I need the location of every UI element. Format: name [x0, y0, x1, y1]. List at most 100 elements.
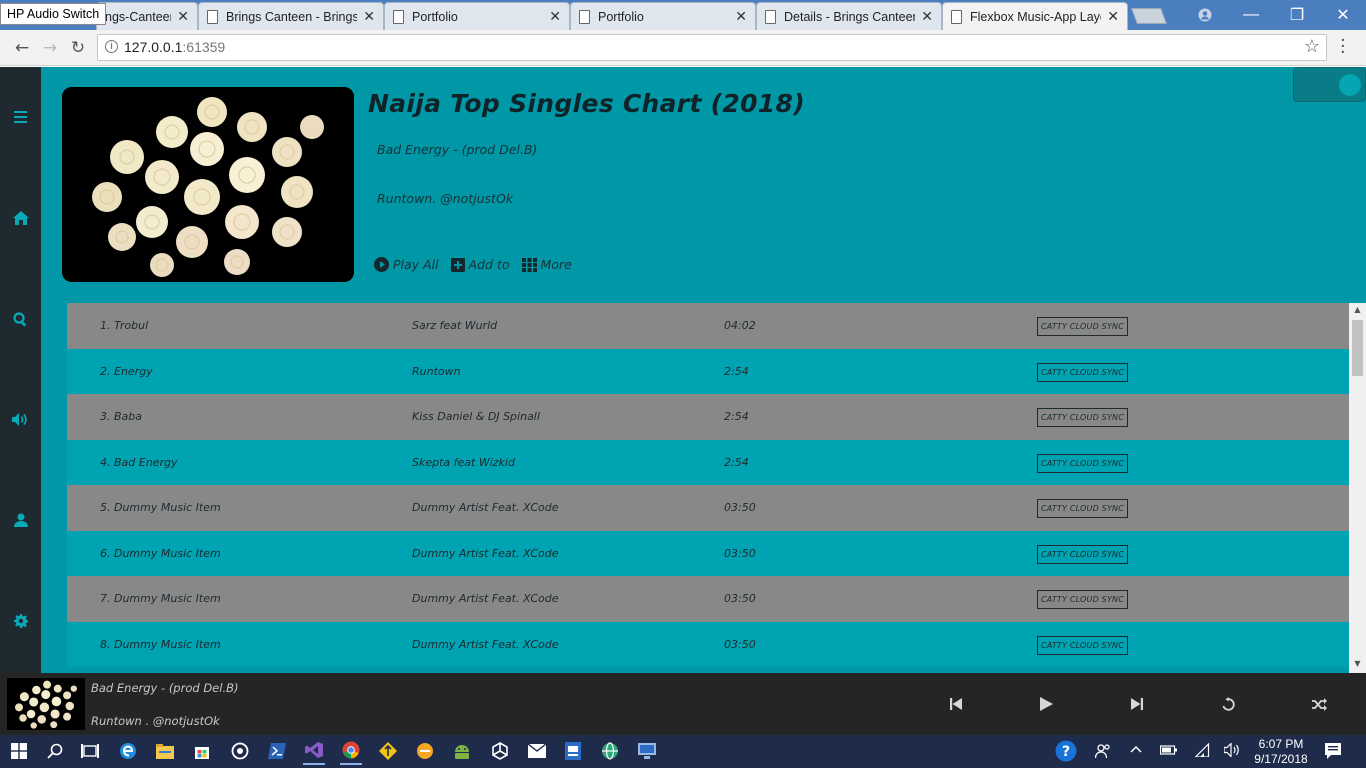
close-icon[interactable]: ✕ — [177, 8, 189, 25]
close-icon[interactable]: ✕ — [363, 8, 375, 25]
remote-desktop-icon[interactable] — [636, 740, 658, 762]
track-artist: Sarz feat Wurld — [412, 319, 498, 332]
track-artist: Skepta feat Wizkid — [412, 455, 515, 469]
close-icon[interactable]: ✕ — [1107, 8, 1119, 25]
cloud-sync-button[interactable]: CATTY CLOUD SYNC — [1037, 590, 1128, 609]
cloud-sync-button[interactable]: CATTY CLOUD SYNC — [1037, 408, 1128, 427]
track-title: 6. Dummy Music Item — [100, 546, 221, 560]
globe-app-icon[interactable] — [599, 740, 621, 762]
track-list-scrollbar[interactable]: ▲ ▼ — [1349, 303, 1366, 673]
media-player-icon[interactable] — [229, 740, 251, 762]
help-icon[interactable]: ? — [1055, 740, 1077, 762]
reload-icon[interactable]: ↻ — [66, 36, 90, 60]
profile-icon[interactable] — [1182, 0, 1228, 30]
search-icon[interactable] — [0, 307, 41, 331]
speaker-icon[interactable] — [1223, 742, 1242, 760]
cloud-sync-button[interactable]: CATTY CLOUD SYNC — [1037, 544, 1128, 564]
track-title: 3. Baba — [100, 410, 143, 423]
yellow-app-icon[interactable] — [414, 740, 436, 762]
cloud-sync-button[interactable]: CATTY CLOUD SYNC — [1037, 317, 1128, 336]
android-studio-icon[interactable] — [451, 740, 473, 762]
url-host: 127.0.0.1 — [124, 39, 183, 55]
play-all-label: Play All — [393, 257, 439, 272]
battery-icon[interactable] — [1159, 743, 1178, 760]
mail-icon[interactable] — [526, 740, 548, 762]
new-tab-button[interactable] — [1131, 8, 1167, 24]
forward-icon[interactable]: → — [38, 36, 62, 60]
browser-menu-icon[interactable]: · · · — [1340, 32, 1346, 62]
now-playing-song: Bad Energy - (prod Del.B) — [91, 681, 239, 695]
cloud-sync-button[interactable]: CATTY CLOUD SYNC — [1037, 362, 1128, 382]
document-app-icon[interactable] — [562, 740, 584, 762]
track-row[interactable]: 6. Dummy Music Item Dummy Artist Feat. X… — [67, 530, 1349, 576]
info-icon[interactable]: i — [105, 40, 118, 53]
track-artist: Kiss Daniel & DJ Spinall — [412, 410, 540, 423]
track-row[interactable]: 4. Bad Energy Skepta feat Wizkid 2:54 CA… — [67, 439, 1349, 485]
task-view-icon[interactable] — [79, 740, 101, 762]
chrome-icon[interactable] — [340, 737, 362, 765]
unity-icon[interactable] — [489, 740, 511, 762]
wifi-icon[interactable] — [1194, 742, 1210, 760]
document-icon — [951, 9, 962, 24]
minimize-button[interactable]: — — [1228, 0, 1274, 30]
next-track-icon[interactable] — [1126, 693, 1148, 715]
track-row[interactable]: 5. Dummy Music Item Dummy Artist Feat. X… — [67, 485, 1349, 531]
track-row[interactable]: 2. Energy Runtown 2:54 CATTY CLOUD SYNC — [67, 348, 1349, 394]
play-all-button[interactable]: Play All — [374, 257, 439, 272]
taskbar-clock[interactable]: 6:07 PM 9/17/2018 — [1250, 737, 1312, 767]
track-title: 8. Dummy Music Item — [100, 637, 221, 651]
browser-tabstrip: HP Audio Switch ngs-Canteen ✕ Brings Can… — [0, 0, 1366, 30]
back-icon[interactable]: ← — [10, 36, 34, 60]
cloud-sync-button[interactable]: CATTY CLOUD SYNC — [1037, 635, 1128, 655]
previous-track-icon[interactable] — [945, 693, 967, 715]
home-icon[interactable] — [0, 206, 41, 230]
browser-tab[interactable]: Details - Brings Canteen ✕ — [756, 2, 942, 30]
track-artist: Dummy Artist Feat. XCode — [412, 592, 559, 605]
browser-tab[interactable]: Portfolio ✕ — [570, 2, 756, 30]
git-tool-icon[interactable] — [377, 740, 399, 762]
people-icon[interactable] — [1094, 743, 1111, 762]
settings-gear-icon[interactable] — [0, 609, 41, 633]
cloud-sync-button[interactable]: CATTY CLOUD SYNC — [1037, 453, 1128, 473]
store-icon[interactable] — [191, 740, 213, 762]
user-icon[interactable] — [0, 508, 41, 532]
restore-button[interactable]: ❐ — [1274, 0, 1320, 30]
close-icon[interactable]: ✕ — [735, 8, 747, 25]
track-row[interactable]: 8. Dummy Music Item Dummy Artist Feat. X… — [67, 621, 1349, 667]
edge-browser-icon[interactable] — [117, 740, 139, 762]
cloud-sync-button[interactable]: CATTY CLOUD SYNC — [1037, 499, 1128, 518]
shuffle-icon[interactable] — [1308, 693, 1330, 715]
now-playing-artwork — [7, 678, 85, 730]
powershell-icon[interactable] — [266, 740, 288, 762]
browser-tab[interactable]: Brings Canteen - Brings ✕ — [198, 2, 384, 30]
scroll-down-arrow-icon[interactable]: ▼ — [1349, 659, 1366, 673]
play-icon[interactable] — [1035, 693, 1057, 715]
browser-tab-active[interactable]: Flexbox Music-App Layo ✕ — [942, 2, 1128, 30]
address-bar[interactable]: i 127.0.0.1:61359 ☆ — [97, 34, 1327, 61]
album-header: Naija Top Singles Chart (2018) Bad Energ… — [41, 67, 1366, 303]
track-list: 1. Trobul Sarz feat Wurld 04:02 CATTY CL… — [41, 303, 1349, 673]
theme-toggle[interactable] — [1293, 67, 1366, 102]
track-row[interactable]: 3. Baba Kiss Daniel & DJ Spinall 2:54 CA… — [67, 394, 1349, 440]
volume-icon[interactable] — [0, 407, 41, 431]
add-to-button[interactable]: Add to — [450, 257, 510, 272]
visual-studio-icon[interactable] — [303, 737, 325, 765]
close-icon[interactable]: ✕ — [549, 8, 561, 25]
scrollbar-thumb[interactable] — [1352, 320, 1363, 376]
windows-start-icon[interactable] — [8, 740, 30, 762]
menu-icon[interactable] — [0, 105, 41, 129]
chevron-up-icon[interactable] — [1130, 743, 1142, 758]
more-button[interactable]: More — [521, 257, 572, 272]
scroll-up-arrow-icon[interactable]: ▲ — [1349, 305, 1366, 319]
close-window-button[interactable]: ✕ — [1320, 0, 1366, 30]
browser-tab[interactable]: ngs-Canteen ✕ — [96, 2, 198, 30]
search-icon[interactable] — [44, 740, 66, 762]
file-explorer-icon[interactable] — [154, 740, 176, 762]
track-row[interactable]: 1. Trobul Sarz feat Wurld 04:02 CATTY CL… — [67, 303, 1349, 349]
close-icon[interactable]: ✕ — [921, 8, 933, 25]
bookmark-star-icon[interactable]: ☆ — [1304, 36, 1320, 57]
browser-tab[interactable]: Portfolio ✕ — [384, 2, 570, 30]
repeat-icon[interactable] — [1217, 693, 1239, 715]
action-center-icon[interactable] — [1325, 743, 1341, 762]
track-row[interactable]: 7. Dummy Music Item Dummy Artist Feat. X… — [67, 576, 1349, 622]
